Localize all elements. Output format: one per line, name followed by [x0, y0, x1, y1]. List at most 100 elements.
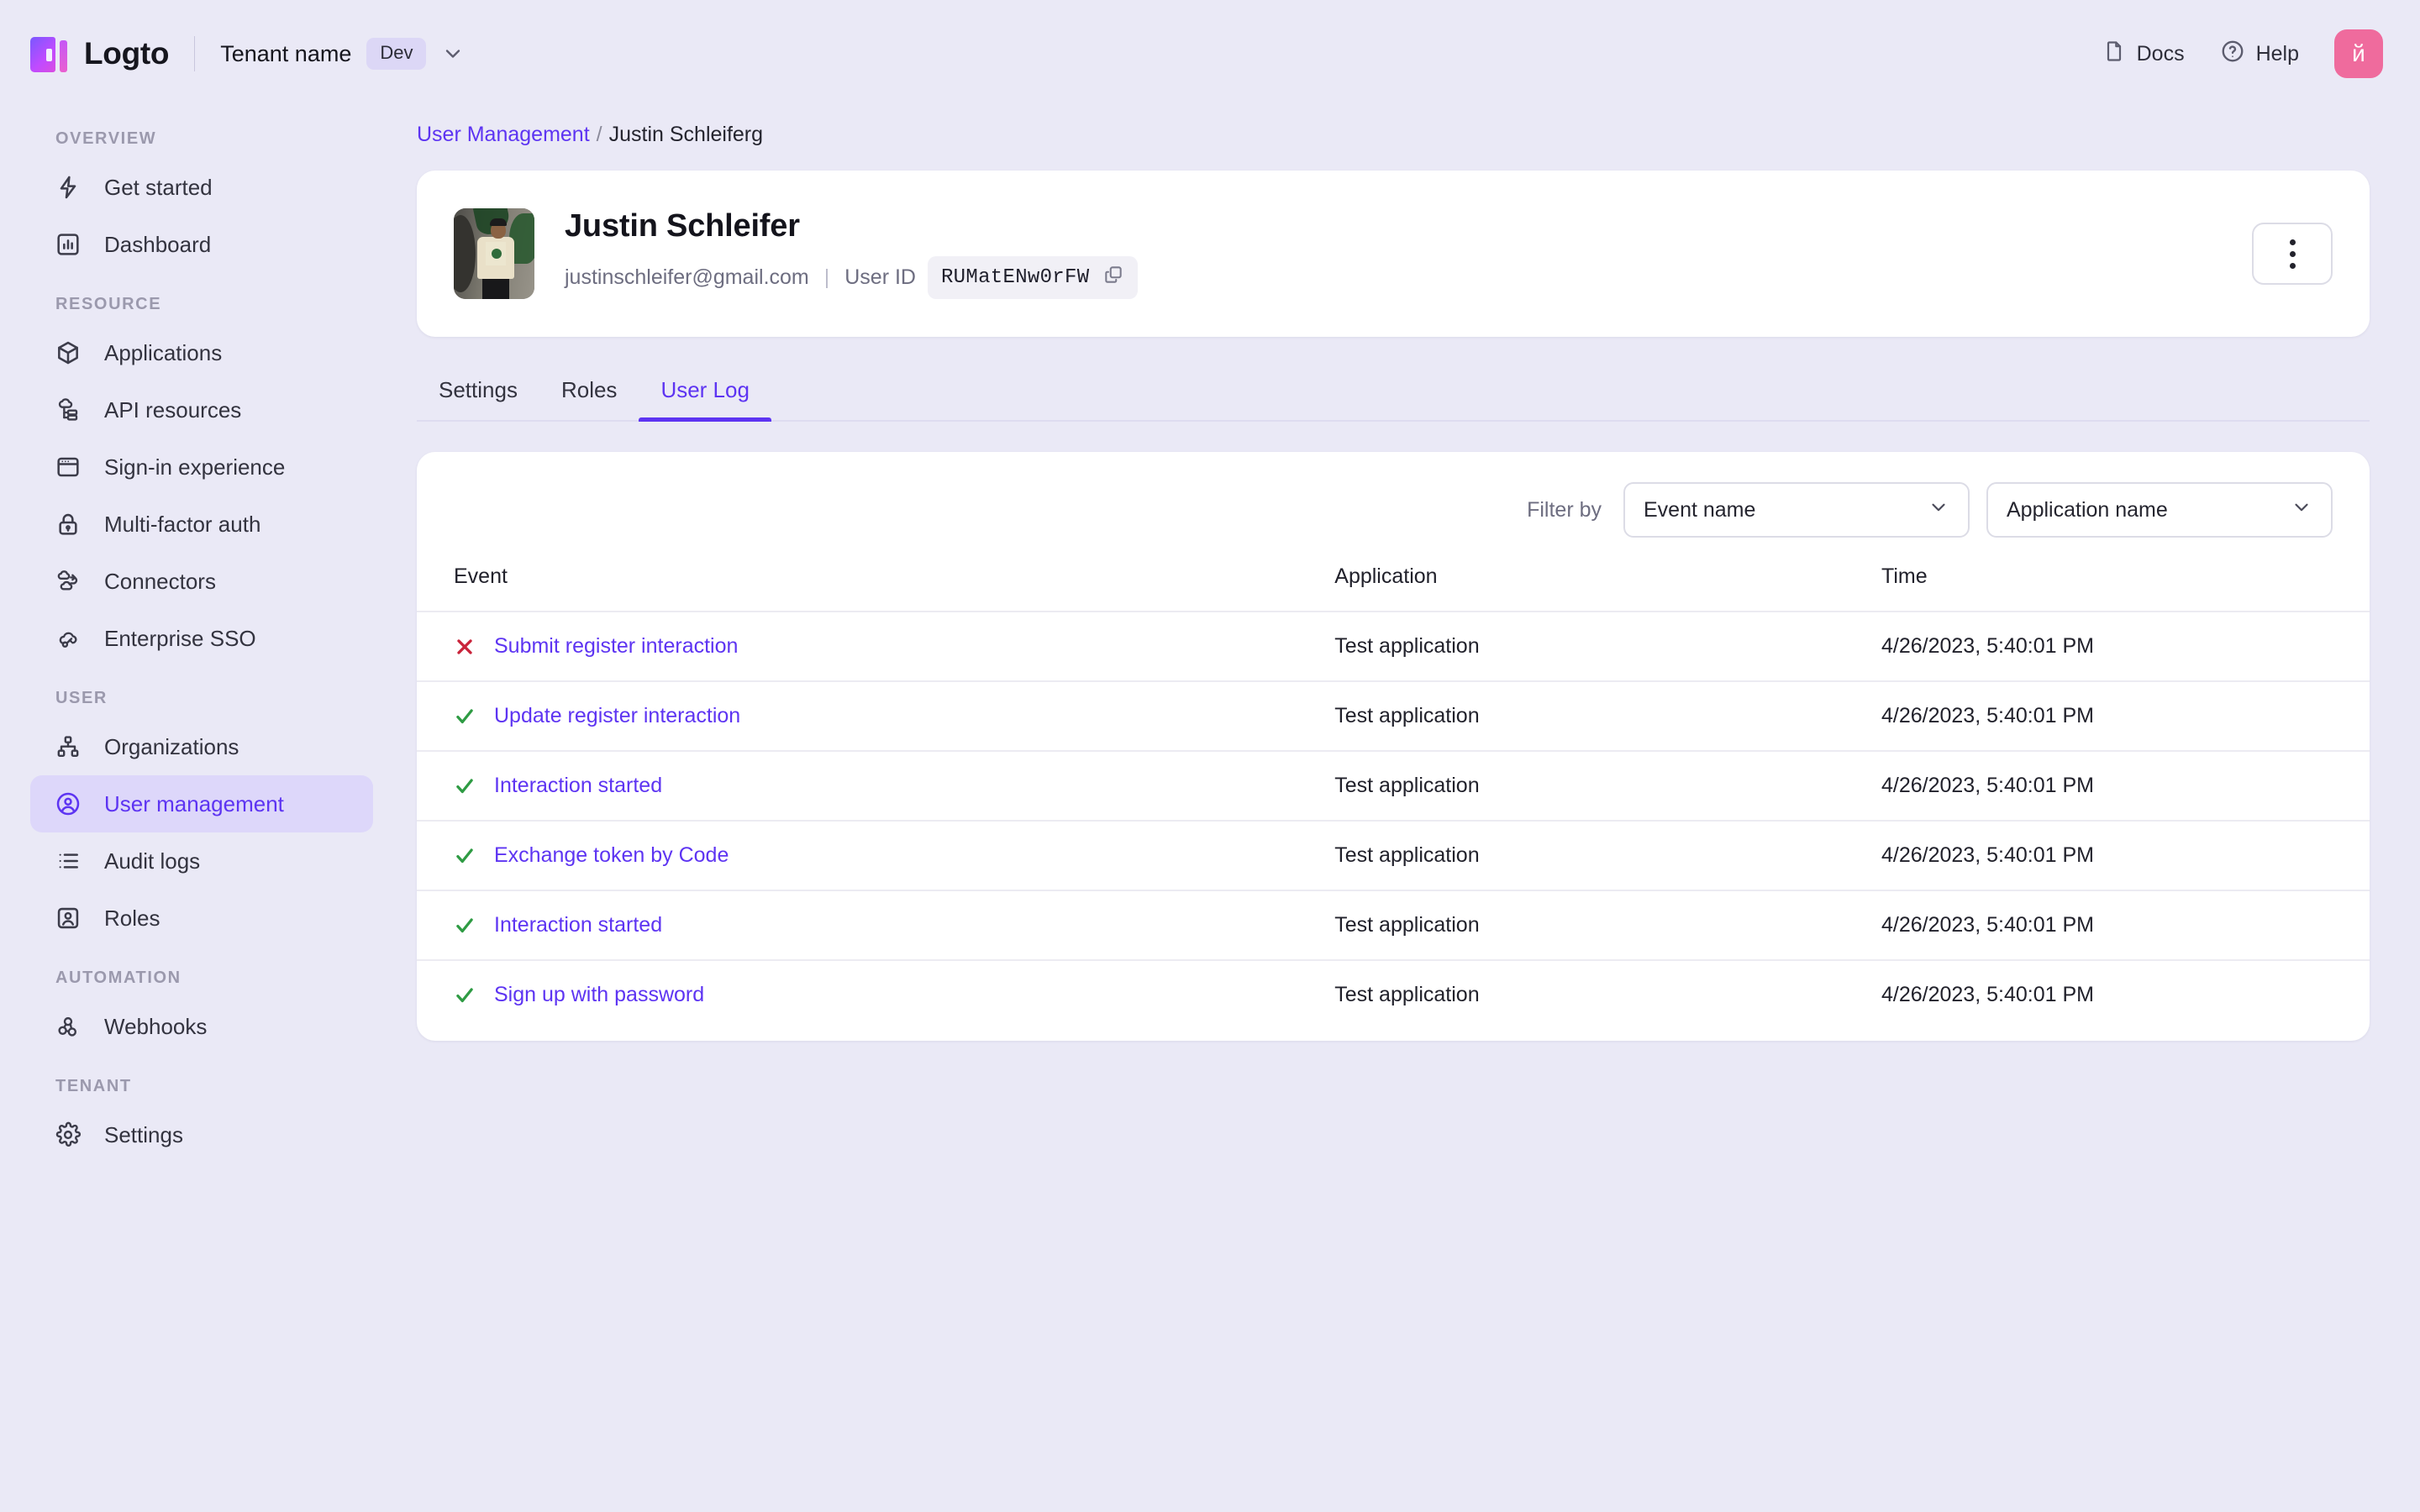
sidebar-item-roles[interactable]: Roles [30, 890, 373, 947]
avatar[interactable]: й [2334, 29, 2383, 78]
breadcrumb-separator: / [596, 123, 602, 146]
cell-application: Test application [1334, 890, 1881, 960]
table-row[interactable]: Update register interaction Test applica… [417, 680, 2370, 751]
cell-time: 4/26/2023, 5:40:01 PM [1881, 890, 2370, 960]
column-header-event: Event [454, 564, 508, 588]
brand-name: Logto [84, 36, 170, 71]
sidebar-item-label: API resources [104, 396, 242, 423]
help-label: Help [2255, 41, 2299, 66]
event-link[interactable]: Exchange token by Code [494, 843, 729, 868]
sidebar-item-api-resources[interactable]: API resources [30, 381, 373, 438]
event-link[interactable]: Interaction started [494, 774, 662, 798]
sidebar-item-label: Sign-in experience [104, 454, 286, 480]
docs-link[interactable]: Docs [2102, 39, 2185, 69]
breadcrumb-parent-link[interactable]: User Management [417, 123, 590, 146]
application-name-select[interactable]: Application name [1986, 482, 2333, 538]
event-link[interactable]: Update register interaction [494, 704, 740, 728]
sidebar-item-label: Organizations [104, 733, 239, 759]
sidebar-item-dashboard[interactable]: Dashboard [30, 216, 373, 273]
table-header: Event Application Time [417, 564, 2370, 612]
org-chart-icon [54, 732, 82, 761]
event-link[interactable]: Sign up with password [494, 983, 704, 1007]
sidebar-item-settings[interactable]: Settings [30, 1106, 373, 1163]
lightning-icon [54, 173, 82, 202]
application-name-select-value: Application name [2007, 497, 2168, 522]
user-log-table: Event Application Time Submit register i… [417, 564, 2370, 1041]
table-row[interactable]: Interaction started Test application 4/2… [417, 750, 2370, 821]
chevron-down-icon[interactable] [441, 42, 465, 66]
user-id-pill[interactable]: RUMatENw0rFW [927, 256, 1139, 299]
user-badge-icon [54, 904, 82, 932]
topbar-actions: Docs Help й [2102, 29, 2383, 78]
sidebar-item-webhooks[interactable]: Webhooks [30, 998, 373, 1055]
connector-clouds-icon [54, 567, 82, 596]
sidebar-item-user-management[interactable]: User management [30, 775, 373, 832]
cell-time: 4/26/2023, 5:40:01 PM [1881, 611, 2370, 681]
event-name-select-value: Event name [1644, 497, 1756, 522]
sidebar-group-resource: Resource [55, 295, 162, 313]
chevron-down-icon [1928, 496, 1949, 524]
cell-time: 4/26/2023, 5:40:01 PM [1881, 959, 2370, 1041]
docs-label: Docs [2136, 41, 2185, 66]
user-circle-icon [54, 790, 82, 818]
sidebar-item-organizations[interactable]: Organizations [30, 718, 373, 775]
sidebar-group-overview: Overview [55, 129, 157, 148]
user-identity: Justin Schleifer justinschleifer@gmail.c… [565, 208, 1139, 299]
env-badge: Dev [366, 38, 427, 70]
sidebar-item-label: Dashboard [104, 231, 212, 257]
sidebar: Overview Get started Dashboard Resource … [0, 108, 403, 1512]
bar-chart-icon [54, 230, 82, 259]
cloud-key-icon [54, 624, 82, 653]
cell-time: 4/26/2023, 5:40:01 PM [1881, 750, 2370, 821]
sidebar-item-enterprise-sso[interactable]: Enterprise SSO [30, 610, 373, 667]
meta-divider: | [823, 265, 830, 289]
tenant-name: Tenant name [220, 40, 352, 66]
sidebar-item-sign-in-experience[interactable]: Sign-in experience [30, 438, 373, 496]
cell-application: Test application [1334, 959, 1881, 1041]
event-link[interactable]: Submit register interaction [494, 634, 738, 659]
event-link[interactable]: Interaction started [494, 913, 662, 937]
filter-bar: Filter by Event name Application name [417, 452, 2370, 564]
tab-settings[interactable]: Settings [417, 362, 539, 420]
list-icon [54, 847, 82, 875]
user-id-value: RUMatENw0rFW [940, 266, 1090, 289]
sidebar-item-multi-factor-auth[interactable]: Multi-factor auth [30, 496, 373, 553]
tenant-switcher[interactable]: Tenant name Dev [220, 38, 465, 70]
main-content: User Management / Justin Schleiferg Justin… [403, 108, 2420, 1512]
table-row[interactable]: Interaction started Test application 4/2… [417, 890, 2370, 960]
logto-logo-icon [30, 34, 67, 73]
cell-application: Test application [1334, 611, 1881, 681]
tab-user-log[interactable]: User Log [639, 362, 771, 422]
sidebar-item-applications[interactable]: Applications [30, 324, 373, 381]
sidebar-item-label: Connectors [104, 568, 216, 594]
top-bar: Logto Tenant name Dev Docs Help й [0, 0, 2420, 108]
sidebar-item-connectors[interactable]: Connectors [30, 553, 373, 610]
api-cloud-icon [54, 396, 82, 424]
check-mark-icon [454, 775, 476, 797]
tab-roles[interactable]: Roles [539, 362, 639, 420]
sidebar-item-audit-logs[interactable]: Audit logs [30, 832, 373, 890]
question-circle-icon [2220, 39, 2245, 70]
table-row[interactable]: Exchange token by Code Test application … [417, 820, 2370, 890]
sidebar-item-label: Roles [104, 905, 160, 931]
cell-application: Test application [1334, 820, 1881, 890]
filter-label: Filter by [1527, 497, 1602, 522]
cell-application: Test application [1334, 680, 1881, 751]
document-icon [2102, 39, 2126, 69]
table-row[interactable]: Sign up with password Test application 4… [417, 959, 2370, 1041]
copy-icon[interactable] [1102, 264, 1124, 291]
more-vertical-icon[interactable] [2252, 223, 2333, 285]
divider [194, 36, 196, 71]
table-row[interactable]: Submit register interaction Test applica… [417, 611, 2370, 681]
check-mark-icon [454, 915, 476, 937]
brand[interactable]: Logto [30, 34, 170, 73]
sidebar-item-get-started[interactable]: Get started [30, 159, 373, 216]
x-mark-icon [454, 636, 476, 658]
user-name: Justin Schleifer [565, 208, 800, 244]
column-header-application: Application [1334, 564, 1438, 588]
help-link[interactable]: Help [2220, 39, 2299, 70]
user-email: justinschleifer@gmail.com [565, 265, 809, 289]
event-name-select[interactable]: Event name [1623, 482, 1970, 538]
lock-icon [54, 510, 82, 538]
breadcrumb: User Management / Justin Schleiferg [417, 108, 2370, 171]
